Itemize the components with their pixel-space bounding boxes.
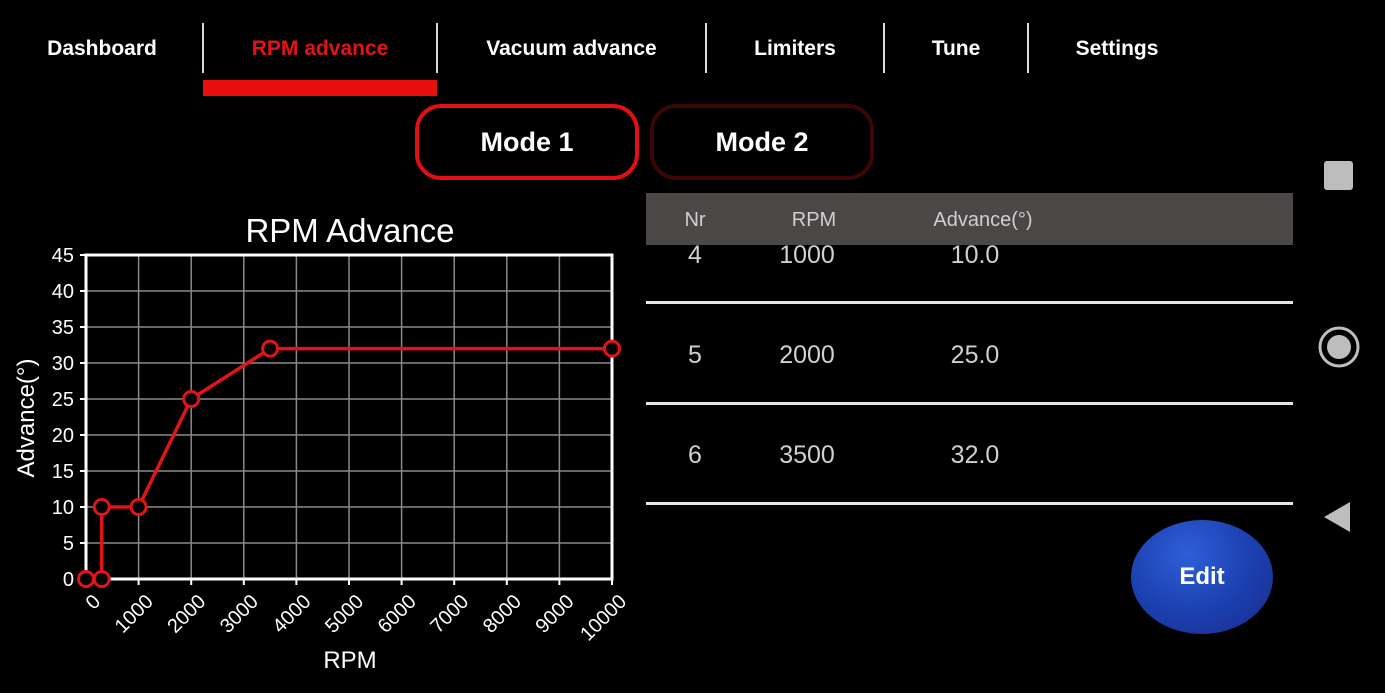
chart-y-axis-label: Advance(°) [13,359,40,478]
table-row[interactable]: 5 2000 25.0 [646,305,1293,405]
tab-bar: Dashboard RPM advance Vacuum advance Lim… [0,0,1300,100]
y-tick-label: 0 [63,569,74,591]
active-tab-indicator [203,80,437,96]
back-triangle-icon[interactable] [1322,500,1352,534]
y-tick-label: 45 [52,245,74,267]
x-tick-label: 2000 [163,591,210,638]
row-divider [646,301,1293,304]
tab-dashboard[interactable]: Dashboard [28,26,176,72]
column-header-nr: Nr [684,209,706,231]
cell-nr: 5 [688,341,702,369]
y-tick-label: 15 [52,461,74,483]
x-tick-label: 3000 [216,591,263,638]
tab-limiters[interactable]: Limiters [707,26,883,72]
data-point [92,498,111,516]
cell-nr: 6 [688,441,702,469]
edit-button[interactable]: Edit [1131,520,1273,634]
x-tick-label: 1000 [111,591,158,638]
cell-rpm: 1000 [779,241,835,269]
chart-grid [85,254,613,580]
x-tick-label: 7000 [426,591,473,638]
recents-square-icon[interactable] [1324,161,1353,190]
x-tick-label: 0 [82,591,105,614]
y-tick-label: 25 [52,389,74,411]
y-tick-label: 30 [52,353,74,375]
x-tick-label: 4000 [269,591,316,638]
rpm-advance-chart: 0 5 10 15 20 25 30 35 40 45 0 1000 2000 3000 4000 5000 6… [13,212,631,674]
advance-table: Nr RPM Advance(°) 4 1000 10.0 5 2000 25.… [646,193,1293,513]
column-header-rpm: RPM [791,209,837,231]
x-tick-label: 8000 [479,591,526,638]
cell-rpm: 3500 [779,441,835,469]
data-point [261,339,280,358]
chart-x-axis-label: RPM [323,647,376,674]
y-tick-label: 20 [52,425,74,447]
cell-nr: 4 [688,241,702,269]
data-point [603,339,621,358]
mode-1-button[interactable]: Mode 1 [415,104,639,180]
tab-settings[interactable]: Settings [1029,26,1205,72]
chart-title: RPM Advance [245,212,454,249]
tab-vacuum-advance[interactable]: Vacuum advance [438,26,705,72]
tab-tune[interactable]: Tune [885,26,1027,72]
cell-advance: 25.0 [950,341,1000,369]
x-tick-label: 9000 [532,591,579,638]
data-point [92,570,111,588]
data-point [129,498,148,516]
y-tick-label: 10 [52,497,74,519]
data-point [182,390,201,408]
data-point [77,570,95,588]
y-tick-label: 40 [52,281,74,303]
x-tick-label: 5000 [321,591,368,638]
cell-advance: 32.0 [950,441,1000,469]
x-tick-label: 6000 [374,591,421,638]
y-tick-label: 35 [52,317,74,339]
home-circle-icon[interactable] [1318,326,1360,368]
mode-2-button[interactable]: Mode 2 [650,104,874,180]
tab-rpm-advance[interactable]: RPM advance [203,26,437,72]
row-divider [646,502,1293,505]
cell-rpm: 2000 [779,341,835,369]
y-tick-label: 5 [63,533,74,555]
table-row[interactable]: 6 3500 32.0 [646,405,1293,505]
x-tick-label: 10000 [576,591,631,646]
cell-advance: 10.0 [950,241,1000,269]
column-header-advance: Advance(°) [933,209,1033,231]
table-header: Nr RPM Advance(°) [646,193,1293,245]
